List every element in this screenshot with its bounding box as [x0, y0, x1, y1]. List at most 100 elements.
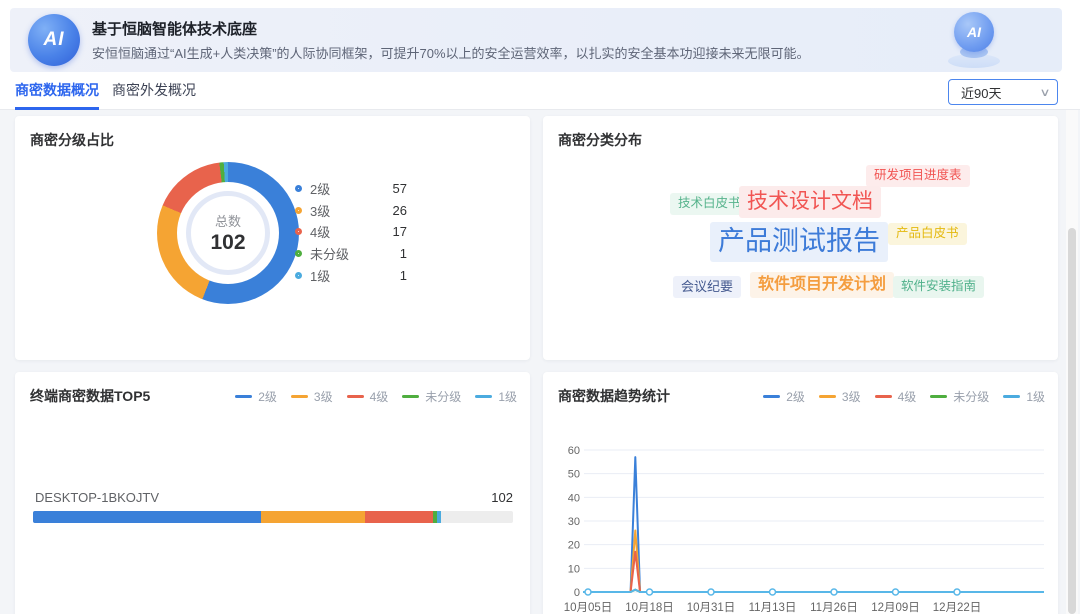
card-terminal-top5-title: 终端商密数据TOP5 [30, 386, 150, 406]
dashboard-page: AI 基于恒脑智能体技术底座 安恒恒脑通过“AI生成+人类决策”的人际协同框架，… [0, 0, 1080, 614]
cloud-tag[interactable]: 产品测试报告 [710, 222, 888, 262]
legend-dash-icon [875, 395, 892, 398]
donut-inner-ring: 总数 102 [186, 191, 270, 275]
svg-text:10月18日: 10月18日 [625, 602, 674, 614]
legend-item[interactable]: 4级 [347, 388, 389, 405]
svg-text:40: 40 [568, 492, 580, 504]
svg-text:10月31日: 10月31日 [687, 602, 736, 614]
svg-text:11月26日: 11月26日 [810, 602, 858, 614]
terminal-total-value: 102 [491, 490, 513, 505]
legend-label: 未分级 [953, 388, 989, 405]
trend-legend: 2级 3级 4级 未分级 1级 [749, 388, 1045, 405]
legend-item[interactable]: 4级 [875, 388, 917, 405]
grade-donut-chart: 总数 102 [157, 162, 299, 304]
legend-item[interactable]: 2级 [235, 388, 277, 405]
legend-value: 1 [400, 246, 407, 261]
legend-item[interactable]: 1级 [1003, 388, 1045, 405]
legend-value: 17 [393, 224, 407, 239]
legend-dash-icon [475, 395, 492, 398]
legend-circle-icon [295, 185, 302, 192]
robot-head-text: AI [967, 24, 981, 40]
ai-logo-icon: AI [28, 14, 80, 66]
legend-dash-icon [347, 395, 364, 398]
pie-legend-item[interactable]: 1级 1 [295, 264, 407, 286]
date-range-value: 近90天 [961, 83, 1001, 102]
legend-item[interactable]: 未分级 [402, 388, 461, 405]
pie-legend-item[interactable]: 3级26 [295, 200, 407, 222]
card-terminal-top5: 终端商密数据TOP5 2级 3级 4级 未分级 1级 DESKTOP-1BKOJTV 1… [15, 372, 530, 614]
card-trend-title: 商密数据趋势统计 [558, 386, 670, 406]
ai-robot-illustration: AI [944, 12, 1004, 70]
pie-legend-item[interactable]: 4级17 [295, 221, 407, 243]
svg-text:12月09日: 12月09日 [871, 602, 920, 614]
legend-label: 2级 [258, 388, 277, 405]
legend-label: 1级 [310, 266, 330, 285]
tab-business-data-overview[interactable]: 商密数据概况 [15, 72, 99, 110]
legend-circle-icon [295, 272, 302, 279]
legend-dash-icon [930, 395, 947, 398]
legend-item[interactable]: 1级 [475, 388, 517, 405]
terminal-bar-track [33, 511, 513, 523]
terminal-name-label: DESKTOP-1BKOJTV [35, 490, 159, 505]
pie-legend-item[interactable]: 2级57 [295, 178, 407, 200]
legend-dash-icon [1003, 395, 1020, 398]
donut-total-label: 总数 [215, 211, 241, 230]
legend-circle-icon [295, 207, 302, 214]
svg-text:11月13日: 11月13日 [749, 602, 797, 614]
terminal-stacked-bar [33, 511, 441, 523]
trend-line-chart: 010203040506010月05日10月18日10月31日11月13日11月… [558, 416, 1044, 614]
card-grade-pie: 商密分级占比 总数 102 2级573级264级17未分级 1 1级 1 [15, 116, 530, 360]
legend-label: 4级 [370, 388, 389, 405]
card-trend: 商密数据趋势统计 2级3级4级未分级1级 010203040506010月05日… [543, 372, 1058, 614]
legend-circle-icon [295, 228, 302, 235]
legend-item[interactable]: 未分级 [930, 388, 989, 405]
pie-legend-item[interactable]: 未分级 1 [295, 243, 407, 265]
robot-head-icon: AI [954, 12, 994, 52]
svg-text:50: 50 [568, 469, 580, 481]
legend-circle-icon [295, 250, 302, 257]
tab-bar: 商密数据概况 商密外发概况 [0, 72, 1080, 110]
banner-subtitle: 安恒恒脑通过“AI生成+人类决策”的人际协同框架，可提升70%以上的安全运营效率… [92, 44, 810, 64]
page-scrollbar-thumb[interactable] [1068, 228, 1076, 614]
svg-text:10: 10 [568, 563, 580, 575]
legend-value: 57 [393, 181, 407, 196]
legend-dash-icon [291, 395, 308, 398]
legend-label: 1级 [498, 388, 517, 405]
svg-text:30: 30 [568, 516, 580, 528]
legend-label: 未分级 [425, 388, 461, 405]
donut-hole: 总数 102 [177, 182, 279, 284]
cloud-tag[interactable]: 技术设计文档 [739, 186, 881, 218]
legend-value: 26 [393, 203, 407, 218]
cloud-tag[interactable]: 技术白皮书 [670, 193, 749, 215]
legend-value: 1 [400, 268, 407, 283]
banner-title: 基于恒脑智能体技术底座 [92, 19, 810, 41]
content-area: 商密分级占比 总数 102 2级573级264级17未分级11级1 商密分类分布… [0, 110, 1080, 614]
svg-text:12月22日: 12月22日 [933, 602, 982, 614]
legend-dash-icon [819, 395, 836, 398]
legend-item[interactable]: 3级 [291, 388, 333, 405]
cloud-tag[interactable]: 产品白皮书 [888, 223, 967, 245]
cloud-tag[interactable]: 软件项目开发计划 [750, 272, 894, 298]
legend-item[interactable]: 2级 [763, 388, 805, 405]
pie-legend: 2级573级264级17未分级 1 1级 1 [295, 178, 407, 286]
legend-dash-icon [763, 395, 780, 398]
ai-logo-text: AI [44, 29, 65, 51]
svg-text:10月05日: 10月05日 [564, 602, 613, 614]
tab-outgoing-overview[interactable]: 商密外发概况 [112, 72, 196, 110]
legend-item[interactable]: 3级 [819, 388, 861, 405]
cloud-tag[interactable]: 研发项目进度表 [866, 165, 970, 187]
legend-label: 4级 [898, 388, 917, 405]
donut-total-value: 102 [210, 231, 245, 255]
cloud-tag[interactable]: 会议纪要 [673, 276, 741, 298]
date-range-select[interactable]: 近90天 ∨ [948, 79, 1058, 105]
bar-legend: 2级 3级 4级 未分级 1级 [221, 388, 517, 405]
legend-label: 3级 [314, 388, 333, 405]
card-category-cloud: 商密分类分布 研发项目进度表技术白皮书技术设计文档产品白皮书产品测试报告会议纪要… [543, 116, 1058, 360]
card-grade-pie-title: 商密分级占比 [30, 130, 114, 150]
legend-dash-icon [235, 395, 252, 398]
bar-segment [437, 511, 441, 523]
legend-label: 2级 [786, 388, 805, 405]
legend-label: 未分级 [310, 244, 349, 263]
bar-segment [33, 511, 261, 523]
cloud-tag[interactable]: 软件安装指南 [893, 276, 984, 298]
